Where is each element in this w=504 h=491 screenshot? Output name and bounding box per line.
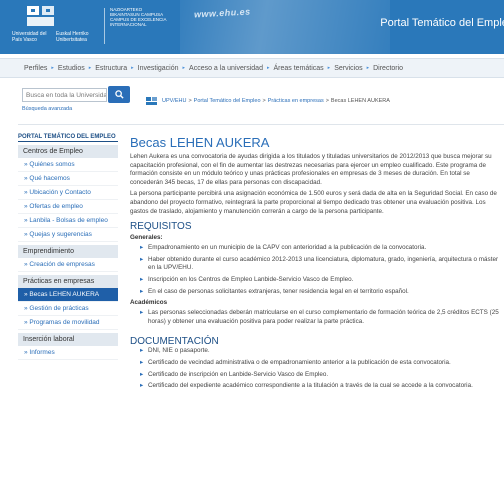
breadcrumb-separator: >: [325, 98, 329, 104]
breadcrumb: UPV/EHU > Portal Temático del Empleo > P…: [138, 90, 504, 112]
list-item: Empadronamiento en un municipio de la CA…: [130, 244, 504, 253]
breadcrumb-separator: >: [262, 98, 266, 104]
breadcrumb-separator: >: [188, 98, 192, 104]
nav-separator-icon: ▸: [51, 65, 54, 71]
sidebar-item-becas-lehen-aukera[interactable]: » Becas LEHEN AUKERA: [18, 288, 118, 302]
sidebar-item-quejas[interactable]: » Quejas y sugerencias: [18, 228, 118, 242]
campus-tagline: NAZIOARTEKO BIKAINTASUN CAMPUSA CAMPUS D…: [110, 7, 167, 27]
sidebar-item-label: Gestión de prácticas: [29, 305, 89, 312]
list-item: Inscripción en los Centros de Empleo Lan…: [130, 276, 504, 285]
sidebar-item-lanbila[interactable]: » Lanbila - Bolsas de empleo: [18, 214, 118, 228]
sidebar-item-label: Creación de empresas: [29, 261, 95, 268]
generales-subheading: Generales:: [130, 234, 163, 242]
nav-perfiles[interactable]: Perfiles: [24, 65, 47, 72]
sidebar-item-label: Lanbila - Bolsas de empleo: [29, 217, 108, 224]
nav-areas-tematicas[interactable]: Áreas temáticas: [273, 65, 323, 72]
nav-separator-icon: ▸: [182, 65, 186, 71]
sidebar-item-label: Informes: [29, 349, 55, 356]
sidebar-item-label: Qué hacemos: [29, 175, 70, 182]
list-item: Certificado del expediente académico cor…: [130, 382, 504, 391]
intro-paragraph: Lehen Aukera es una convocatoria de ayud…: [130, 153, 492, 186]
sidebar-item-label: Quiénes somos: [29, 161, 75, 168]
nav-investigacion[interactable]: Investigación: [138, 65, 179, 72]
sidebar-section-insercion[interactable]: Inserción laboral: [18, 333, 118, 346]
university-logo[interactable]: Universidad del País Vasco Euskal Herrik…: [12, 4, 98, 48]
main-content: Becas LEHEN AUKERA Lehen Aukera es una c…: [130, 135, 504, 394]
nav-servicios[interactable]: Servicios: [334, 65, 362, 72]
nav-directorio[interactable]: Directorio: [373, 65, 403, 72]
list-item: Las personas seleccionadas deberán matri…: [130, 309, 504, 326]
sidebar: PORTAL TEMÁTICO DEL EMPLEO Centros de Em…: [18, 134, 118, 360]
nav-separator-icon: ▸: [266, 65, 270, 71]
ehu-logo-icon: [27, 6, 54, 26]
nav-separator-icon: ▸: [327, 65, 331, 71]
nav-acceso[interactable]: Acceso a la universidad: [189, 65, 263, 72]
breadcrumb-current: Becas LEHEN AUKERA: [330, 98, 390, 104]
breadcrumb-portal-empleo[interactable]: Portal Temático del Empleo: [194, 98, 261, 104]
logo-caption: Universidad del País Vasco Euskal Herrik…: [12, 31, 98, 43]
documentacion-heading: DOCUMENTACIÓN: [130, 336, 219, 348]
list-item: En el caso de personas solicitantes extr…: [130, 288, 504, 297]
sidebar-item-creacion-empresas[interactable]: » Creación de empresas: [18, 258, 118, 272]
sidebar-item-label: Ubicación y Contacto: [29, 189, 91, 196]
logo-text-right: Euskal Herriko Unibertsitatea: [56, 31, 89, 43]
nav-separator-icon: ▸: [88, 65, 92, 71]
ehu-small-logo-icon: [146, 97, 157, 105]
advanced-search-link[interactable]: Búsqueda avanzada: [22, 106, 72, 112]
list-item: Certificado de vecindad administrativa o…: [130, 359, 504, 368]
sidebar-section-centros[interactable]: Centros de Empleo: [18, 145, 118, 158]
sidebar-item-label: Quejas y sugerencias: [29, 231, 92, 238]
breadcrumb-upv-ehu[interactable]: UPV/EHU: [162, 98, 186, 104]
sidebar-item-programas-movilidad[interactable]: » Programas de movilidad: [18, 316, 118, 330]
logo-text-left: Universidad del País Vasco: [12, 31, 47, 43]
sidebar-item-quienes-somos[interactable]: » Quiénes somos: [18, 158, 118, 172]
sidebar-item-gestion-practicas[interactable]: » Gestión de prácticas: [18, 302, 118, 316]
site-title[interactable]: Portal Temático del Empleo: [380, 17, 504, 29]
sidebar-item-label: Becas LEHEN AUKERA: [29, 291, 100, 298]
sidebar-item-label: Ofertas de empleo: [29, 203, 83, 210]
search-input[interactable]: Busca en toda la Universidad: [22, 88, 107, 102]
sidebar-title[interactable]: PORTAL TEMÁTICO DEL EMPLEO: [18, 134, 118, 142]
nav-separator-icon: ▸: [131, 65, 134, 71]
search-icon: [114, 90, 124, 99]
conditions-paragraph: La persona participante percibirá una as…: [130, 190, 497, 215]
nav-estudios[interactable]: Estudios: [58, 65, 85, 72]
page-title: Becas LEHEN AUKERA: [130, 135, 270, 150]
list-item: DNI, NIE o pasaporte.: [130, 347, 504, 356]
sidebar-section-emprendimiento[interactable]: Emprendimiento: [18, 245, 118, 258]
sidebar-item-que-hacemos[interactable]: » Qué hacemos: [18, 172, 118, 186]
nav-estructura[interactable]: Estructura: [95, 65, 127, 72]
sidebar-item-ubicacion[interactable]: » Ubicación y Contacto: [18, 186, 118, 200]
top-navigation: Perfiles ▸ Estudios ▸ Estructura ▸ Inves…: [0, 58, 504, 78]
breadcrumb-practicas[interactable]: Prácticas en empresas: [268, 98, 324, 104]
site-header: Universidad del País Vasco Euskal Herrik…: [0, 0, 504, 54]
sidebar-section-practicas[interactable]: Prácticas en empresas: [18, 275, 118, 288]
sidebar-item-informes[interactable]: » Informes: [18, 346, 118, 360]
list-item: Haber obtenido durante el curso académic…: [130, 256, 504, 273]
requisitos-heading: REQUISITOS: [130, 221, 192, 233]
nav-separator-icon: ▸: [366, 65, 370, 71]
search-button[interactable]: [108, 86, 130, 103]
academicos-subheading: Académicos: [130, 299, 168, 307]
sidebar-item-ofertas[interactable]: » Ofertas de empleo: [18, 200, 118, 214]
list-item: Certificado de inscripción en Lanbide-Se…: [130, 371, 504, 380]
sidebar-item-label: Programas de movilidad: [29, 319, 100, 326]
content-divider: [18, 124, 504, 125]
logo-divider: [104, 8, 105, 44]
